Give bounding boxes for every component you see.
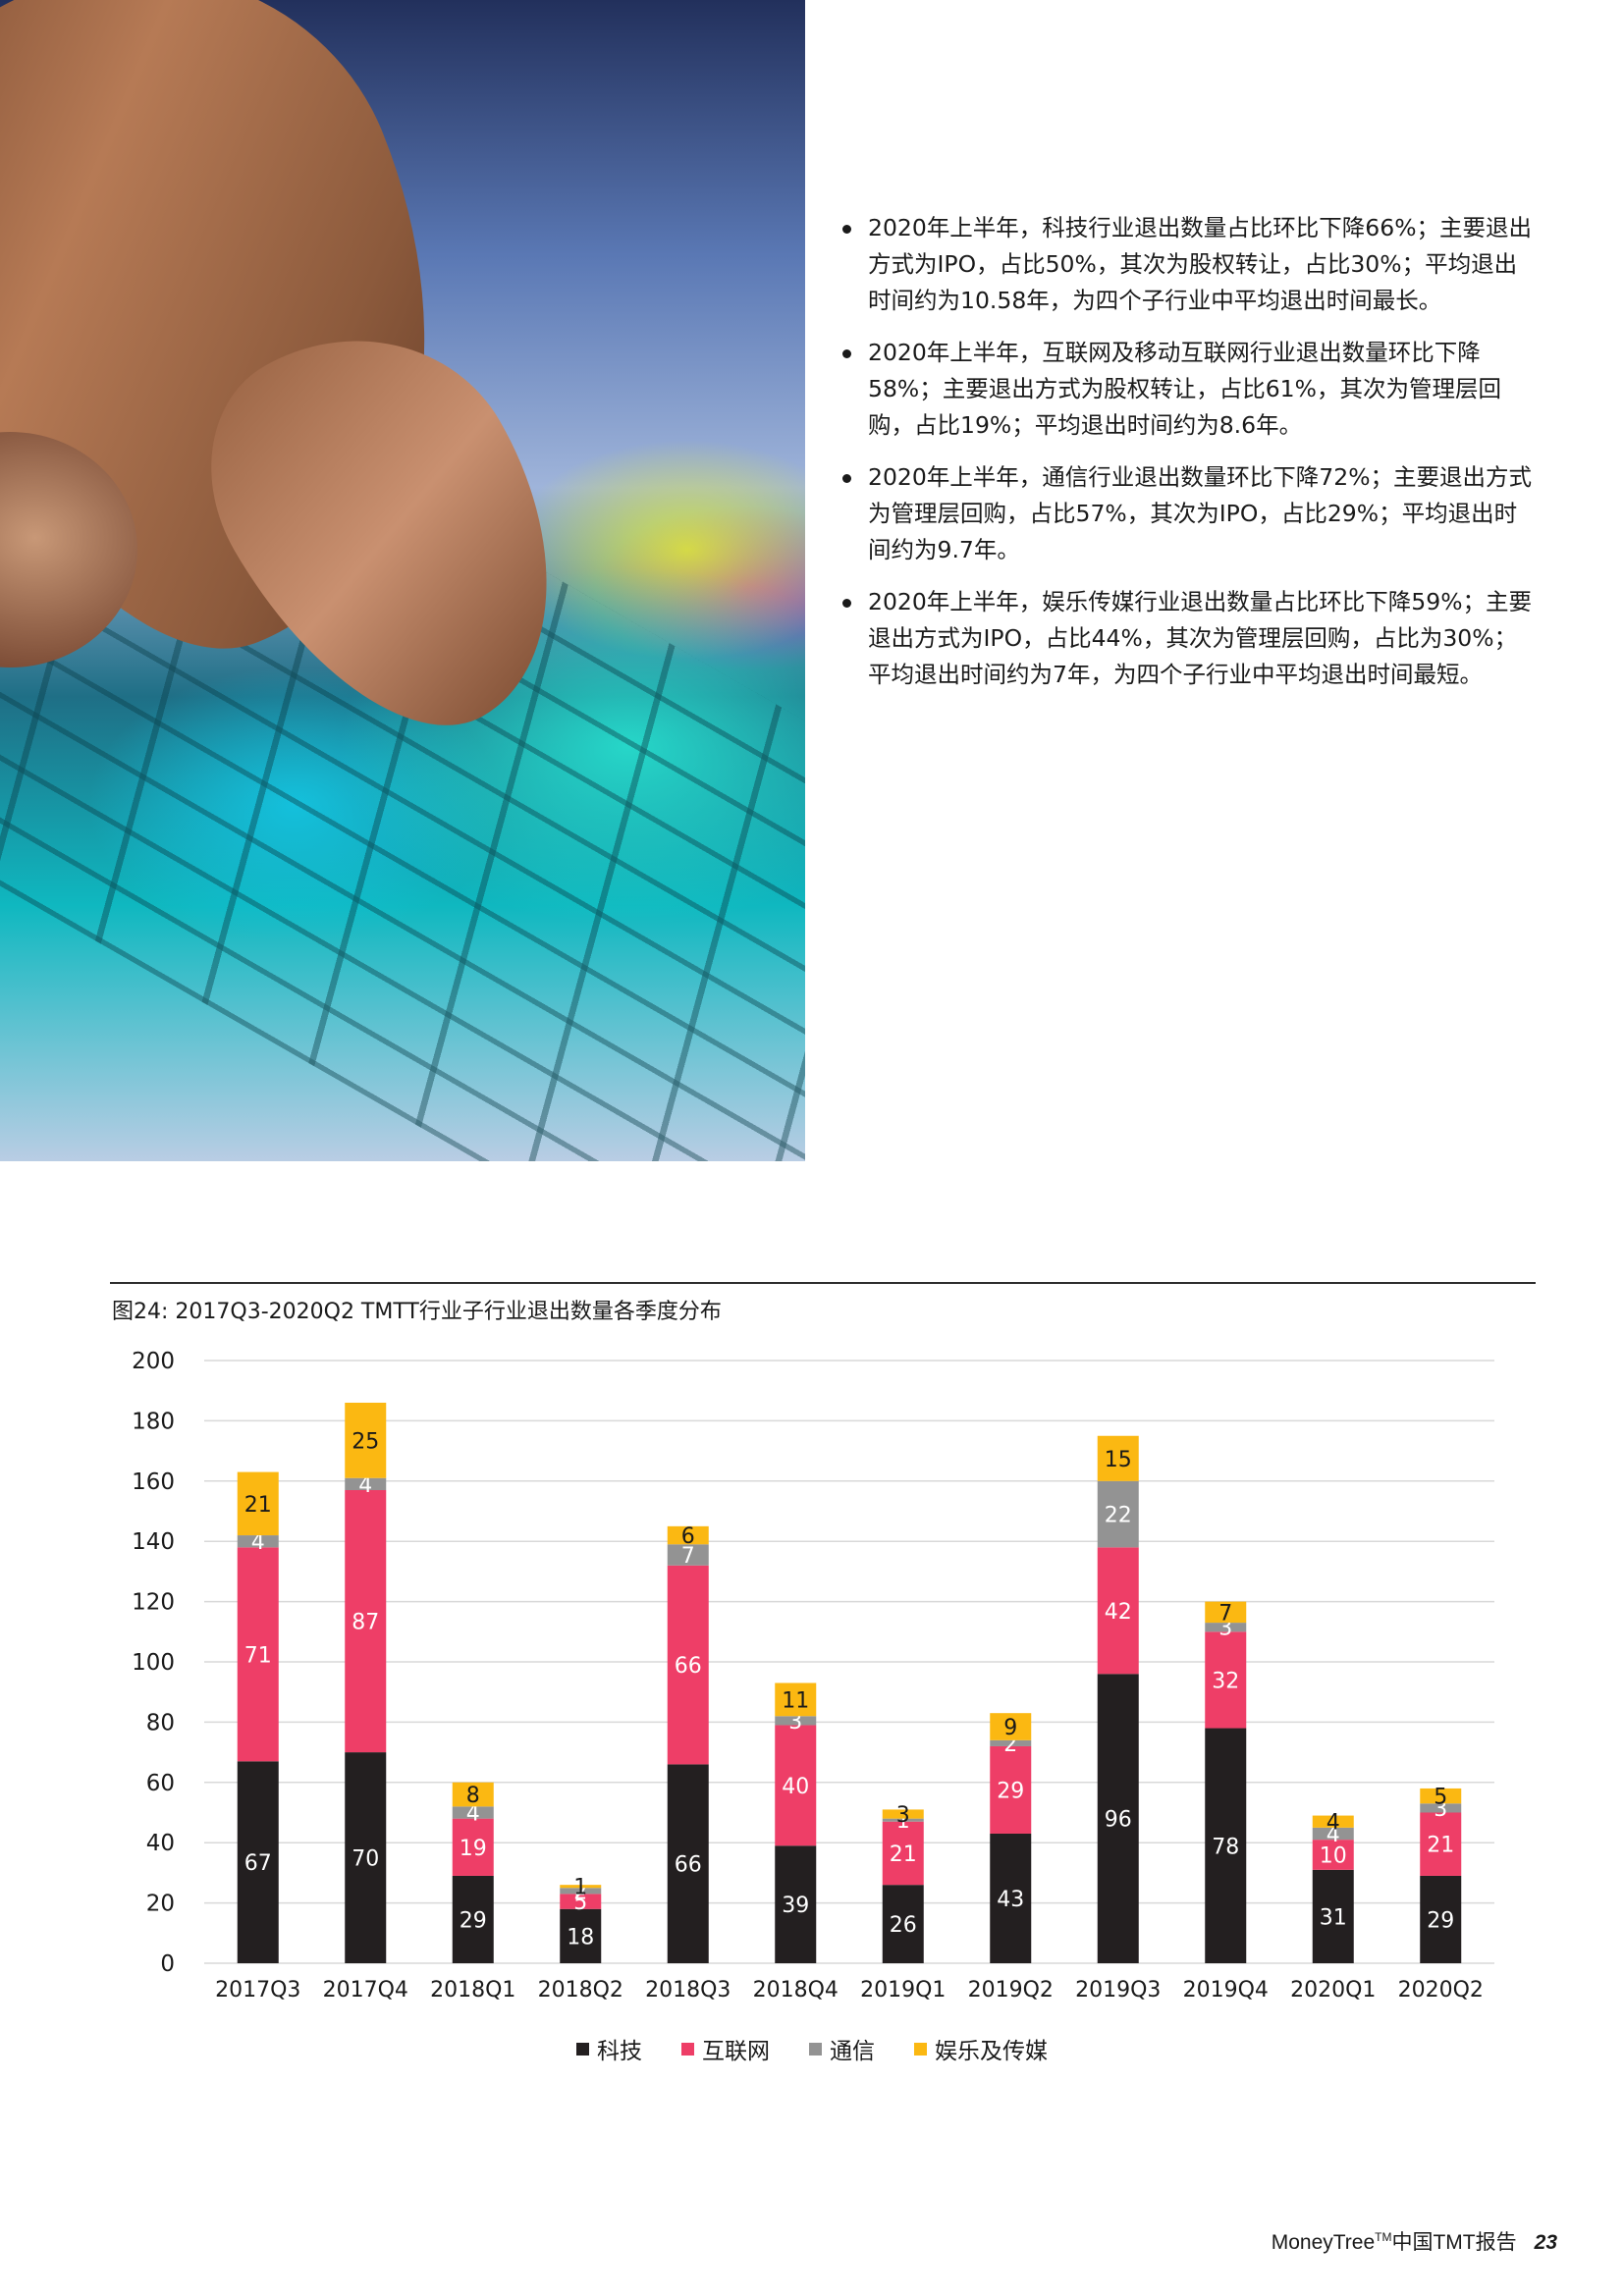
x-tick-label: 2017Q4: [323, 1978, 408, 2002]
legend-item: 互联网: [681, 2032, 770, 2065]
x-tick-label: 2019Q1: [860, 1978, 946, 2002]
bullet-text: 2020年上半年，娱乐传媒行业退出数量占比环比下降59%；主要退出方式为IPO，…: [868, 588, 1533, 688]
legend-item: 娱乐及传媒: [914, 2032, 1048, 2065]
hero-photo: [0, 0, 805, 1161]
data-label: 29: [997, 1779, 1024, 1803]
legend-swatch-icon: [681, 2042, 694, 2056]
legend-label: 通信: [830, 2039, 875, 2064]
x-tick-label: 2018Q2: [538, 1978, 623, 2002]
data-label: 42: [1105, 1600, 1132, 1625]
bullet-dot-icon: [842, 599, 851, 608]
data-label: 3: [896, 1803, 910, 1828]
bullet-item: 2020年上半年，通信行业退出数量环比下降72%；主要退出方式为管理层回购，占比…: [842, 459, 1540, 568]
page-footer: MoneyTreeTM中国TMT报告 23: [1272, 2226, 1557, 2256]
y-tick-label: 20: [146, 1892, 175, 1917]
data-label: 39: [782, 1894, 809, 1918]
data-label: 11: [782, 1688, 809, 1713]
data-label: 5: [1434, 1786, 1447, 1810]
x-tick-label: 2017Q3: [215, 1978, 300, 2002]
data-label: 21: [1427, 1834, 1454, 1858]
y-tick-label: 160: [132, 1469, 175, 1495]
y-tick-label: 80: [146, 1710, 175, 1735]
legend-swatch-icon: [914, 2042, 927, 2056]
bullet-text: 2020年上半年，互联网及移动互联网行业退出数量环比下降58%；主要退出方式为股…: [868, 339, 1501, 439]
bullet-list: 2020年上半年，科技行业退出数量占比环比下降66%；主要退出方式为IPO，占比…: [842, 210, 1540, 709]
data-label: 67: [244, 1851, 272, 1876]
data-label: 70: [352, 1847, 379, 1872]
data-label: 22: [1105, 1504, 1132, 1528]
footer-brand: MoneyTree: [1271, 2231, 1376, 2254]
data-label: 21: [244, 1493, 272, 1518]
footer-tm: TM: [1375, 2230, 1392, 2244]
x-tick-label: 2018Q4: [753, 1978, 839, 2002]
x-tick-label: 2020Q2: [1398, 1978, 1484, 2002]
legend-swatch-icon: [809, 2042, 822, 2056]
data-label: 87: [352, 1611, 379, 1635]
x-tick-label: 2018Q3: [645, 1978, 731, 2002]
y-tick-label: 60: [146, 1771, 175, 1796]
bullet-item: 2020年上半年，娱乐传媒行业退出数量占比环比下降59%；主要退出方式为IPO，…: [842, 584, 1540, 693]
bullet-item: 2020年上半年，科技行业退出数量占比环比下降66%；主要退出方式为IPO，占比…: [842, 210, 1540, 319]
data-label: 66: [675, 1853, 702, 1878]
data-label: 9: [1003, 1716, 1017, 1740]
bullet-dot-icon: [842, 474, 851, 483]
x-tick-label: 2019Q3: [1075, 1978, 1161, 2002]
data-label: 78: [1212, 1835, 1239, 1859]
y-tick-label: 140: [132, 1529, 175, 1555]
x-tick-label: 2019Q4: [1183, 1978, 1269, 2002]
footer-report: 中国TMT报告: [1391, 2231, 1517, 2254]
y-tick-label: 40: [146, 1831, 175, 1856]
data-label: 96: [1105, 1808, 1132, 1833]
data-label: 10: [1320, 1843, 1347, 1868]
data-label: 40: [782, 1775, 809, 1799]
data-label: 8: [466, 1784, 480, 1808]
data-label: 26: [890, 1913, 917, 1938]
y-tick-label: 200: [132, 1349, 175, 1374]
data-label: 7: [1218, 1601, 1232, 1626]
bullet-text: 2020年上半年，通信行业退出数量环比下降72%；主要退出方式为管理层回购，占比…: [868, 463, 1533, 563]
x-tick-label: 2018Q1: [430, 1978, 515, 2002]
data-label: 18: [567, 1925, 594, 1949]
y-tick-label: 0: [160, 1951, 175, 1977]
data-label: 1: [573, 1876, 587, 1900]
data-label: 29: [1427, 1908, 1454, 1933]
data-label: 21: [890, 1842, 917, 1867]
data-label: 4: [1326, 1811, 1340, 1836]
legend-label: 科技: [597, 2039, 642, 2064]
data-label: 6: [681, 1524, 695, 1549]
data-label: 15: [1105, 1448, 1132, 1472]
stacked-bar-chart: 02040608010012014016018020067714212017Q3…: [132, 1349, 1494, 2002]
data-label: 66: [675, 1654, 702, 1679]
chart-top-rule: [110, 1282, 1536, 1284]
x-tick-label: 2020Q1: [1290, 1978, 1376, 2002]
page-number: 23: [1534, 2231, 1557, 2254]
y-tick-label: 180: [132, 1409, 175, 1434]
bullet-item: 2020年上半年，互联网及移动互联网行业退出数量环比下降58%；主要退出方式为股…: [842, 335, 1540, 444]
data-label: 25: [352, 1429, 379, 1454]
y-tick-label: 120: [132, 1590, 175, 1616]
legend-swatch-icon: [576, 2042, 589, 2056]
data-label: 32: [1212, 1669, 1239, 1693]
chart-legend: 科技 互联网 通信 娱乐及传媒: [0, 2032, 1624, 2065]
legend-item: 科技: [576, 2032, 642, 2065]
legend-item: 通信: [809, 2032, 875, 2065]
data-label: 71: [244, 1643, 272, 1668]
data-label: 19: [460, 1837, 487, 1861]
x-tick-label: 2019Q2: [968, 1978, 1054, 2002]
data-label: 43: [997, 1888, 1024, 1912]
legend-label: 娱乐及传媒: [935, 2039, 1048, 2064]
bullet-text: 2020年上半年，科技行业退出数量占比环比下降66%；主要退出方式为IPO，占比…: [868, 214, 1533, 314]
bullet-dot-icon: [842, 225, 851, 234]
bullet-dot-icon: [842, 349, 851, 358]
legend-label: 互联网: [702, 2039, 770, 2064]
data-label: 31: [1320, 1905, 1347, 1930]
data-label: 29: [460, 1908, 487, 1933]
y-tick-label: 100: [132, 1650, 175, 1676]
